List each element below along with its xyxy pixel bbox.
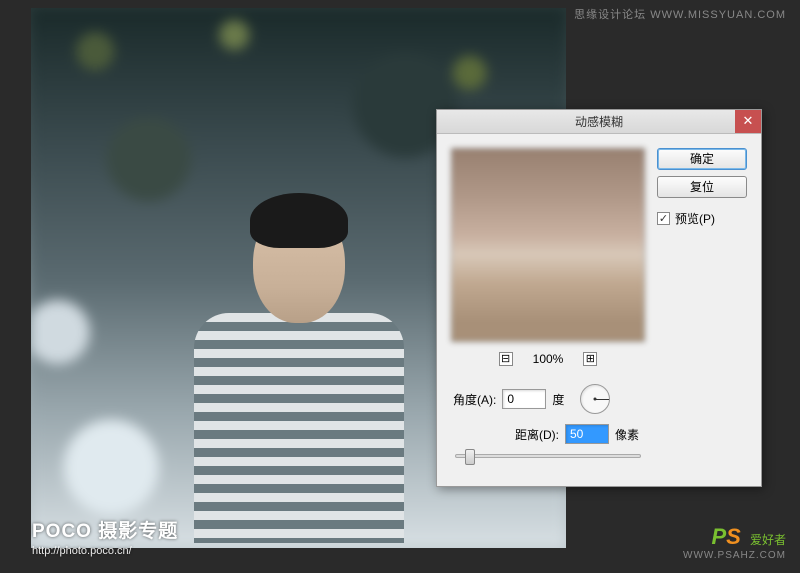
watermark-url-bl: http://photo.poco.cn/ xyxy=(32,545,178,557)
watermark-brand: POCO xyxy=(32,521,92,542)
distance-slider-thumb[interactable] xyxy=(465,449,475,465)
dialog-titlebar[interactable]: 动感模糊 ✕ xyxy=(437,110,761,134)
angle-dial[interactable] xyxy=(580,384,610,414)
dialog-title: 动感模糊 xyxy=(437,113,761,130)
distance-unit: 像素 xyxy=(615,426,639,443)
distance-input[interactable] xyxy=(565,424,609,444)
dialog-right-column: 确定 复位 ✓ 预览(P) xyxy=(657,148,747,472)
angle-label: 角度(A): xyxy=(453,391,496,408)
watermark-bottom-right: PS 爱好者 WWW.PSAHZ.COM xyxy=(683,524,786,561)
hair xyxy=(250,193,348,248)
striped-shirt xyxy=(194,313,404,543)
preview-thumbnail[interactable] xyxy=(451,148,645,342)
angle-unit: 度 xyxy=(552,391,564,408)
close-button[interactable]: ✕ xyxy=(735,110,761,133)
logo-s: S xyxy=(726,524,741,549)
angle-input[interactable] xyxy=(502,389,546,409)
watermark-bottom-left: POCO 摄影专题 http://photo.poco.cn/ xyxy=(32,516,178,557)
dialog-left-column: ⊟ 100% ⊞ 角度(A): 度 距离(D): 像素 xyxy=(451,148,645,472)
ok-button[interactable]: 确定 xyxy=(657,148,747,170)
zoom-in-button[interactable]: ⊞ xyxy=(583,352,597,366)
distance-row: 距离(D): 像素 xyxy=(451,424,639,444)
preview-checkbox-label: 预览(P) xyxy=(675,210,715,227)
watermark-logo: PS xyxy=(711,524,747,549)
angle-row: 角度(A): 度 xyxy=(453,384,645,414)
watermark-br-text: 爱好者 xyxy=(750,533,786,547)
watermark-top-right: 思缘设计论坛 WWW.MISSYUAN.COM xyxy=(574,6,786,22)
preview-checkbox-row: ✓ 预览(P) xyxy=(657,210,747,227)
subject-person xyxy=(194,203,404,543)
reset-button[interactable]: 复位 xyxy=(657,176,747,198)
distance-slider[interactable] xyxy=(455,454,641,458)
logo-p: P xyxy=(711,524,726,549)
watermark-brand-line: POCO 摄影专题 xyxy=(32,516,178,543)
watermark-url-br: WWW.PSAHZ.COM xyxy=(683,550,786,561)
watermark-br-line1: PS 爱好者 xyxy=(683,524,786,550)
distance-label: 距离(D): xyxy=(515,426,559,443)
motion-blur-dialog: 动感模糊 ✕ ⊟ 100% ⊞ 角度(A): 度 距离(D): 像 xyxy=(436,109,762,487)
preview-checkbox[interactable]: ✓ xyxy=(657,212,670,225)
zoom-out-button[interactable]: ⊟ xyxy=(499,352,513,366)
dialog-body: ⊟ 100% ⊞ 角度(A): 度 距离(D): 像素 xyxy=(437,134,761,486)
parameter-controls: 角度(A): 度 距离(D): 像素 xyxy=(451,384,645,458)
zoom-controls: ⊟ 100% ⊞ xyxy=(451,352,645,366)
watermark-subject: 摄影专题 xyxy=(98,521,178,542)
zoom-level: 100% xyxy=(533,352,564,366)
